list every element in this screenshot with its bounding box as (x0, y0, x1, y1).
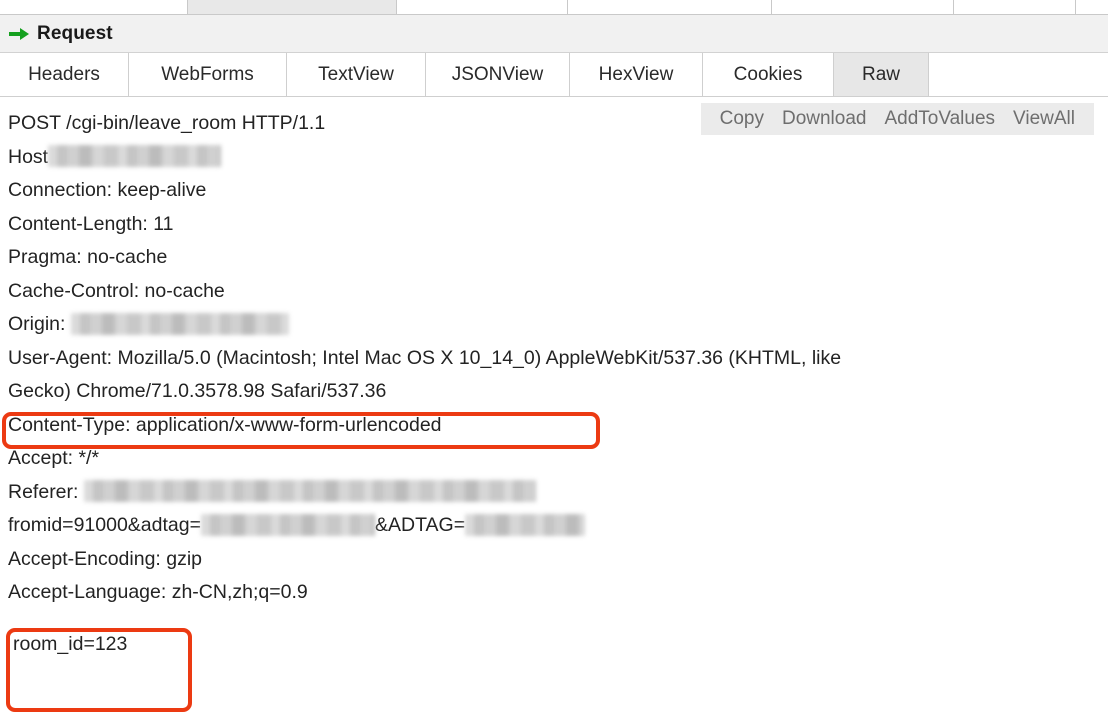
raw-line-referer: Referer: (8, 476, 1100, 510)
accept-encoding-header-text: Accept-Encoding: gzip (8, 547, 203, 570)
outer-tab-3[interactable] (397, 0, 568, 14)
outer-tab-2-label (188, 10, 396, 14)
raw-line-cache-control: Cache-Control: no-cache (8, 275, 1100, 309)
raw-line-user-agent-part2: Gecko) Chrome/71.0.3578.98 Safari/537.36 (8, 375, 1100, 409)
host-header-text: Host (8, 145, 49, 168)
raw-line-body: room_id=123 (8, 628, 1100, 662)
tab-cookies-label: Cookies (733, 63, 803, 85)
request-header-bar: Request (0, 15, 1108, 53)
raw-line-accept: Accept: */* (8, 442, 1100, 476)
content-type-header-text: Content-Type: application/x-www-form-url… (8, 413, 442, 436)
outer-tab-6[interactable] (954, 0, 1076, 14)
origin-redaction (71, 312, 290, 335)
outer-tab-strip[interactable] (0, 0, 1108, 15)
pragma-header-text: Pragma: no-cache (8, 246, 168, 268)
tab-hexview-label: HexView (598, 63, 674, 85)
accept-language-header-text: Accept-Language: zh-CN,zh;q=0.9 (8, 581, 308, 603)
outer-tab-7[interactable] (1076, 0, 1108, 14)
body-separator (8, 610, 1100, 628)
page-title: Request (37, 22, 113, 44)
raw-line-request-line: POST /cgi-bin/leave_room HTTP/1.1 (8, 107, 1100, 141)
raw-line-user-agent-part1: User-Agent: Mozilla/5.0 (Macintosh; Inte… (8, 342, 1100, 376)
raw-line-accept-language: Accept-Language: zh-CN,zh;q=0.9 (8, 576, 1100, 610)
host-redaction (48, 145, 222, 168)
outer-tab-1[interactable] (0, 0, 188, 14)
raw-line-content-type: Content-Type: application/x-www-form-url… (8, 409, 1100, 443)
tab-webforms-label: WebForms (161, 63, 254, 85)
referer-header-text: Referer: (8, 480, 79, 503)
raw-request-text[interactable]: POST /cgi-bin/leave_room HTTP/1.1 Host C… (0, 97, 1108, 724)
raw-line-form-params: fromid=91000&adtag= &ADTAG= (8, 509, 1100, 543)
origin-header-text: Origin: (8, 313, 66, 335)
form-params-text-a: fromid=91000&adtag= (8, 514, 201, 536)
tab-headers[interactable]: Headers (0, 53, 129, 96)
tab-raw[interactable]: Raw (834, 53, 929, 96)
accept-header-text: Accept: */* (8, 447, 100, 469)
tab-jsonview-label: JSONView (451, 63, 544, 85)
tab-headers-label: Headers (28, 63, 100, 85)
referer-redaction (84, 480, 537, 503)
tab-hexview[interactable]: HexView (570, 53, 703, 96)
raw-line-accept-encoding: Accept-Encoding: gzip (8, 543, 1100, 577)
request-body-text: room_id=123 (13, 632, 128, 655)
raw-line-content-length: Content-Length: 11 (8, 208, 1100, 242)
form-params-text-b: &ADTAG= (374, 514, 466, 536)
right-arrow-icon (9, 27, 29, 40)
tab-textview[interactable]: TextView (287, 53, 426, 96)
cache-control-header-text: Cache-Control: no-cache (8, 279, 225, 302)
tab-textview-label: TextView (318, 63, 394, 85)
raw-line-origin: Origin: (8, 308, 1100, 342)
content-length-header-text: Content-Length: 11 (8, 212, 174, 235)
request-line-text: POST /cgi-bin/leave_room HTTP/1.1 (8, 112, 326, 134)
tab-webforms[interactable]: WebForms (129, 53, 287, 96)
connection-header-text: Connection: keep-alive (8, 179, 207, 201)
adtag-redaction (200, 513, 375, 536)
raw-line-pragma: Pragma: no-cache (8, 241, 1100, 275)
user-agent-header-text-line1: User-Agent: Mozilla/5.0 (Macintosh; Inte… (8, 346, 842, 369)
raw-line-connection: Connection: keep-alive (8, 174, 1100, 208)
adtag-upper-redaction (465, 513, 586, 536)
outer-tab-4[interactable] (568, 0, 772, 14)
user-agent-header-text-line2: Gecko) Chrome/71.0.3578.98 Safari/537.36 (8, 380, 387, 402)
tab-strip-filler (929, 53, 1108, 96)
outer-tab-5[interactable] (772, 0, 954, 14)
tab-raw-label: Raw (861, 63, 900, 85)
outer-tab-2-selected[interactable] (188, 0, 397, 14)
inspector-tab-strip[interactable]: Headers WebForms TextView JSONView HexVi… (0, 53, 1108, 97)
tab-jsonview[interactable]: JSONView (426, 53, 570, 96)
tab-cookies[interactable]: Cookies (703, 53, 834, 96)
raw-line-host: Host (8, 141, 1100, 175)
